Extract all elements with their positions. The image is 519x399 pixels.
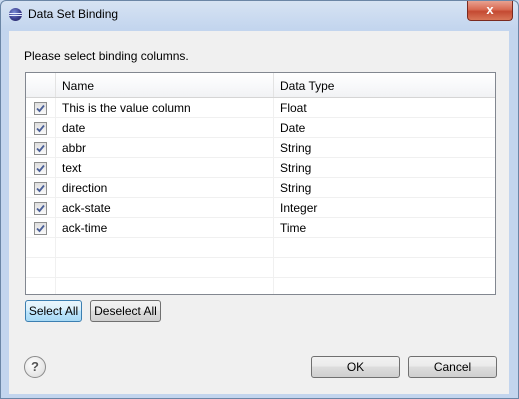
header-check-column[interactable] — [26, 73, 56, 97]
empty-table-row — [26, 258, 495, 278]
ok-button[interactable]: OK — [311, 356, 400, 378]
column-name: This is the value column — [56, 98, 274, 118]
table-row[interactable]: ack-state Integer — [26, 198, 495, 218]
instruction-text: Please select binding columns. — [24, 49, 189, 63]
eclipse-app-icon — [9, 8, 22, 21]
checkmark-icon — [36, 144, 45, 153]
column-data-type: String — [280, 141, 312, 155]
table-row[interactable]: abbr String — [26, 138, 495, 158]
row-checkbox[interactable] — [34, 162, 47, 175]
row-checkbox[interactable] — [34, 102, 47, 115]
table-header: Name Data Type — [26, 73, 495, 98]
row-checkbox[interactable] — [34, 222, 47, 235]
column-name: ack-time — [56, 218, 274, 238]
dialog-window: Data Set Binding x Please select binding… — [0, 0, 519, 399]
column-name: text — [56, 158, 274, 178]
checkmark-icon — [36, 164, 45, 173]
column-data-type: Integer — [280, 201, 318, 215]
table-row[interactable]: date Date — [26, 118, 495, 138]
column-name: date — [56, 118, 274, 138]
checkmark-icon — [36, 104, 45, 113]
row-checkbox[interactable] — [34, 142, 47, 155]
column-name: ack-state — [56, 198, 274, 218]
column-data-type: Time — [280, 221, 307, 235]
row-checkbox[interactable] — [34, 202, 47, 215]
select-all-button[interactable]: Select All — [25, 300, 82, 322]
column-name: direction — [56, 178, 274, 198]
header-name[interactable]: Name — [56, 73, 274, 97]
column-name: abbr — [56, 138, 274, 158]
window-title: Data Set Binding — [28, 7, 119, 21]
checkmark-icon — [36, 224, 45, 233]
close-button[interactable]: x — [467, 1, 513, 21]
row-checkbox[interactable] — [34, 182, 47, 195]
header-data-type[interactable]: Data Type — [274, 73, 495, 97]
checkmark-icon — [36, 124, 45, 133]
deselect-all-button[interactable]: Deselect All — [90, 300, 161, 322]
table-row[interactable]: ack-time Time — [26, 218, 495, 238]
binding-columns-table: Name Data Type This is the value column … — [25, 72, 496, 295]
table-row[interactable]: This is the value column Float — [26, 98, 495, 118]
table-rows: This is the value column Float date Date… — [26, 98, 495, 294]
cancel-button[interactable]: Cancel — [408, 356, 497, 378]
column-data-type: Float — [280, 101, 307, 115]
checkmark-icon — [36, 204, 45, 213]
row-checkbox[interactable] — [34, 122, 47, 135]
dialog-content: Please select binding columns. Name Data… — [9, 31, 509, 394]
empty-table-row — [26, 238, 495, 258]
empty-table-row — [26, 278, 495, 294]
title-bar[interactable]: Data Set Binding x — [1, 1, 518, 29]
checkmark-icon — [36, 184, 45, 193]
column-data-type: Date — [280, 121, 306, 135]
column-data-type: String — [280, 161, 312, 175]
help-icon[interactable]: ? — [24, 356, 46, 378]
column-data-type: String — [280, 181, 312, 195]
table-row[interactable]: direction String — [26, 178, 495, 198]
table-row[interactable]: text String — [26, 158, 495, 178]
